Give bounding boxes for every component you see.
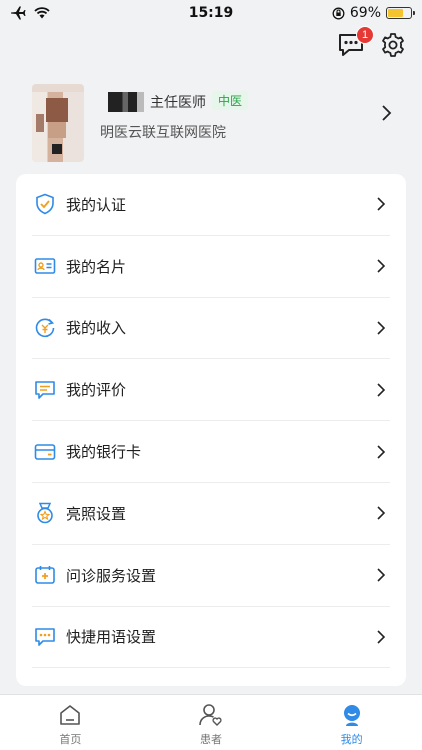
menu-item-label: 问诊服务设置 (66, 566, 157, 585)
status-left (10, 6, 50, 20)
menu-item-label: 我的评价 (66, 381, 127, 400)
chevron-right-icon (382, 105, 392, 121)
medal-icon (34, 502, 56, 524)
menu-item-income[interactable]: 我的收入 (32, 298, 390, 360)
chevron-right-icon (377, 568, 386, 582)
menu-card: 我的认证 我的名片 我的收入 我的评价 我的银行卡 亮照设置 问诊服务设置 快捷… (16, 174, 406, 686)
chat-dots-icon (34, 626, 56, 648)
menu-item-label: 我的收入 (66, 319, 127, 338)
profile-header[interactable]: 主任医师 中医 明医云联互联网医院 (0, 78, 422, 170)
shield-check-icon (34, 193, 56, 215)
header-actions: 1 (336, 26, 408, 60)
chevron-right-icon (377, 259, 386, 273)
tab-mine[interactable]: 我的 (281, 695, 422, 750)
comment-icon (34, 379, 56, 401)
battery-fill (388, 9, 404, 17)
bank-card-icon (34, 441, 56, 463)
income-icon (34, 317, 56, 339)
chevron-right-icon (377, 197, 386, 211)
id-card-icon (34, 255, 56, 277)
menu-item-quick-phrases[interactable]: 快捷用语设置 (32, 607, 390, 669)
doctor-name-redacted (108, 92, 144, 112)
menu-item-label: 我的名片 (66, 257, 127, 276)
chevron-right-icon (377, 383, 386, 397)
wifi-icon (34, 7, 50, 19)
doctor-title: 主任医师 (150, 95, 206, 111)
battery-icon (386, 7, 415, 19)
status-bar: 15:19 69% (0, 0, 422, 26)
tab-label: 我的 (340, 733, 363, 746)
airplane-icon (11, 6, 26, 20)
menu-item-license-display[interactable]: 亮照设置 (32, 483, 390, 545)
menu-item-reviews[interactable]: 我的评价 (32, 359, 390, 422)
chevron-right-icon (377, 321, 386, 335)
chevron-right-icon (377, 630, 386, 644)
tab-label: 首页 (59, 733, 82, 746)
hospital-name: 明医云联互联网医院 (100, 125, 226, 141)
menu-item-label: 快捷用语设置 (66, 628, 157, 647)
menu-item-consultation-settings[interactable]: 问诊服务设置 (32, 545, 390, 607)
home-icon (60, 705, 81, 725)
menu-item-label: 我的认证 (66, 195, 127, 214)
menu-item-business-card[interactable]: 我的名片 (32, 236, 390, 298)
menu-item-certification[interactable]: 我的认证 (32, 174, 390, 236)
menu-item-label: 亮照设置 (66, 504, 127, 523)
patient-icon (199, 704, 222, 726)
settings-button[interactable] (378, 30, 408, 60)
calendar-plus-icon (34, 564, 56, 586)
tab-label: 患者 (200, 733, 222, 746)
battery-percent: 69% (349, 5, 381, 21)
messages-button[interactable]: 1 (336, 26, 374, 60)
status-right: 69% (332, 5, 415, 21)
gear-icon (382, 33, 404, 57)
chevron-right-icon (377, 506, 386, 520)
message-badge: 1 (356, 26, 374, 44)
bottom-tab-bar: 首页 患者 我的 (0, 694, 422, 750)
department-tag: 中医 (212, 91, 249, 110)
menu-item-label: 我的银行卡 (66, 443, 142, 462)
user-active-icon (343, 705, 360, 726)
chevron-right-icon (377, 445, 386, 459)
avatar[interactable] (32, 84, 84, 162)
menu-item-bank-card[interactable]: 我的银行卡 (32, 421, 390, 483)
orientation-lock-icon (332, 7, 345, 19)
tab-home[interactable]: 首页 (0, 695, 141, 750)
tab-patients[interactable]: 患者 (141, 695, 282, 750)
